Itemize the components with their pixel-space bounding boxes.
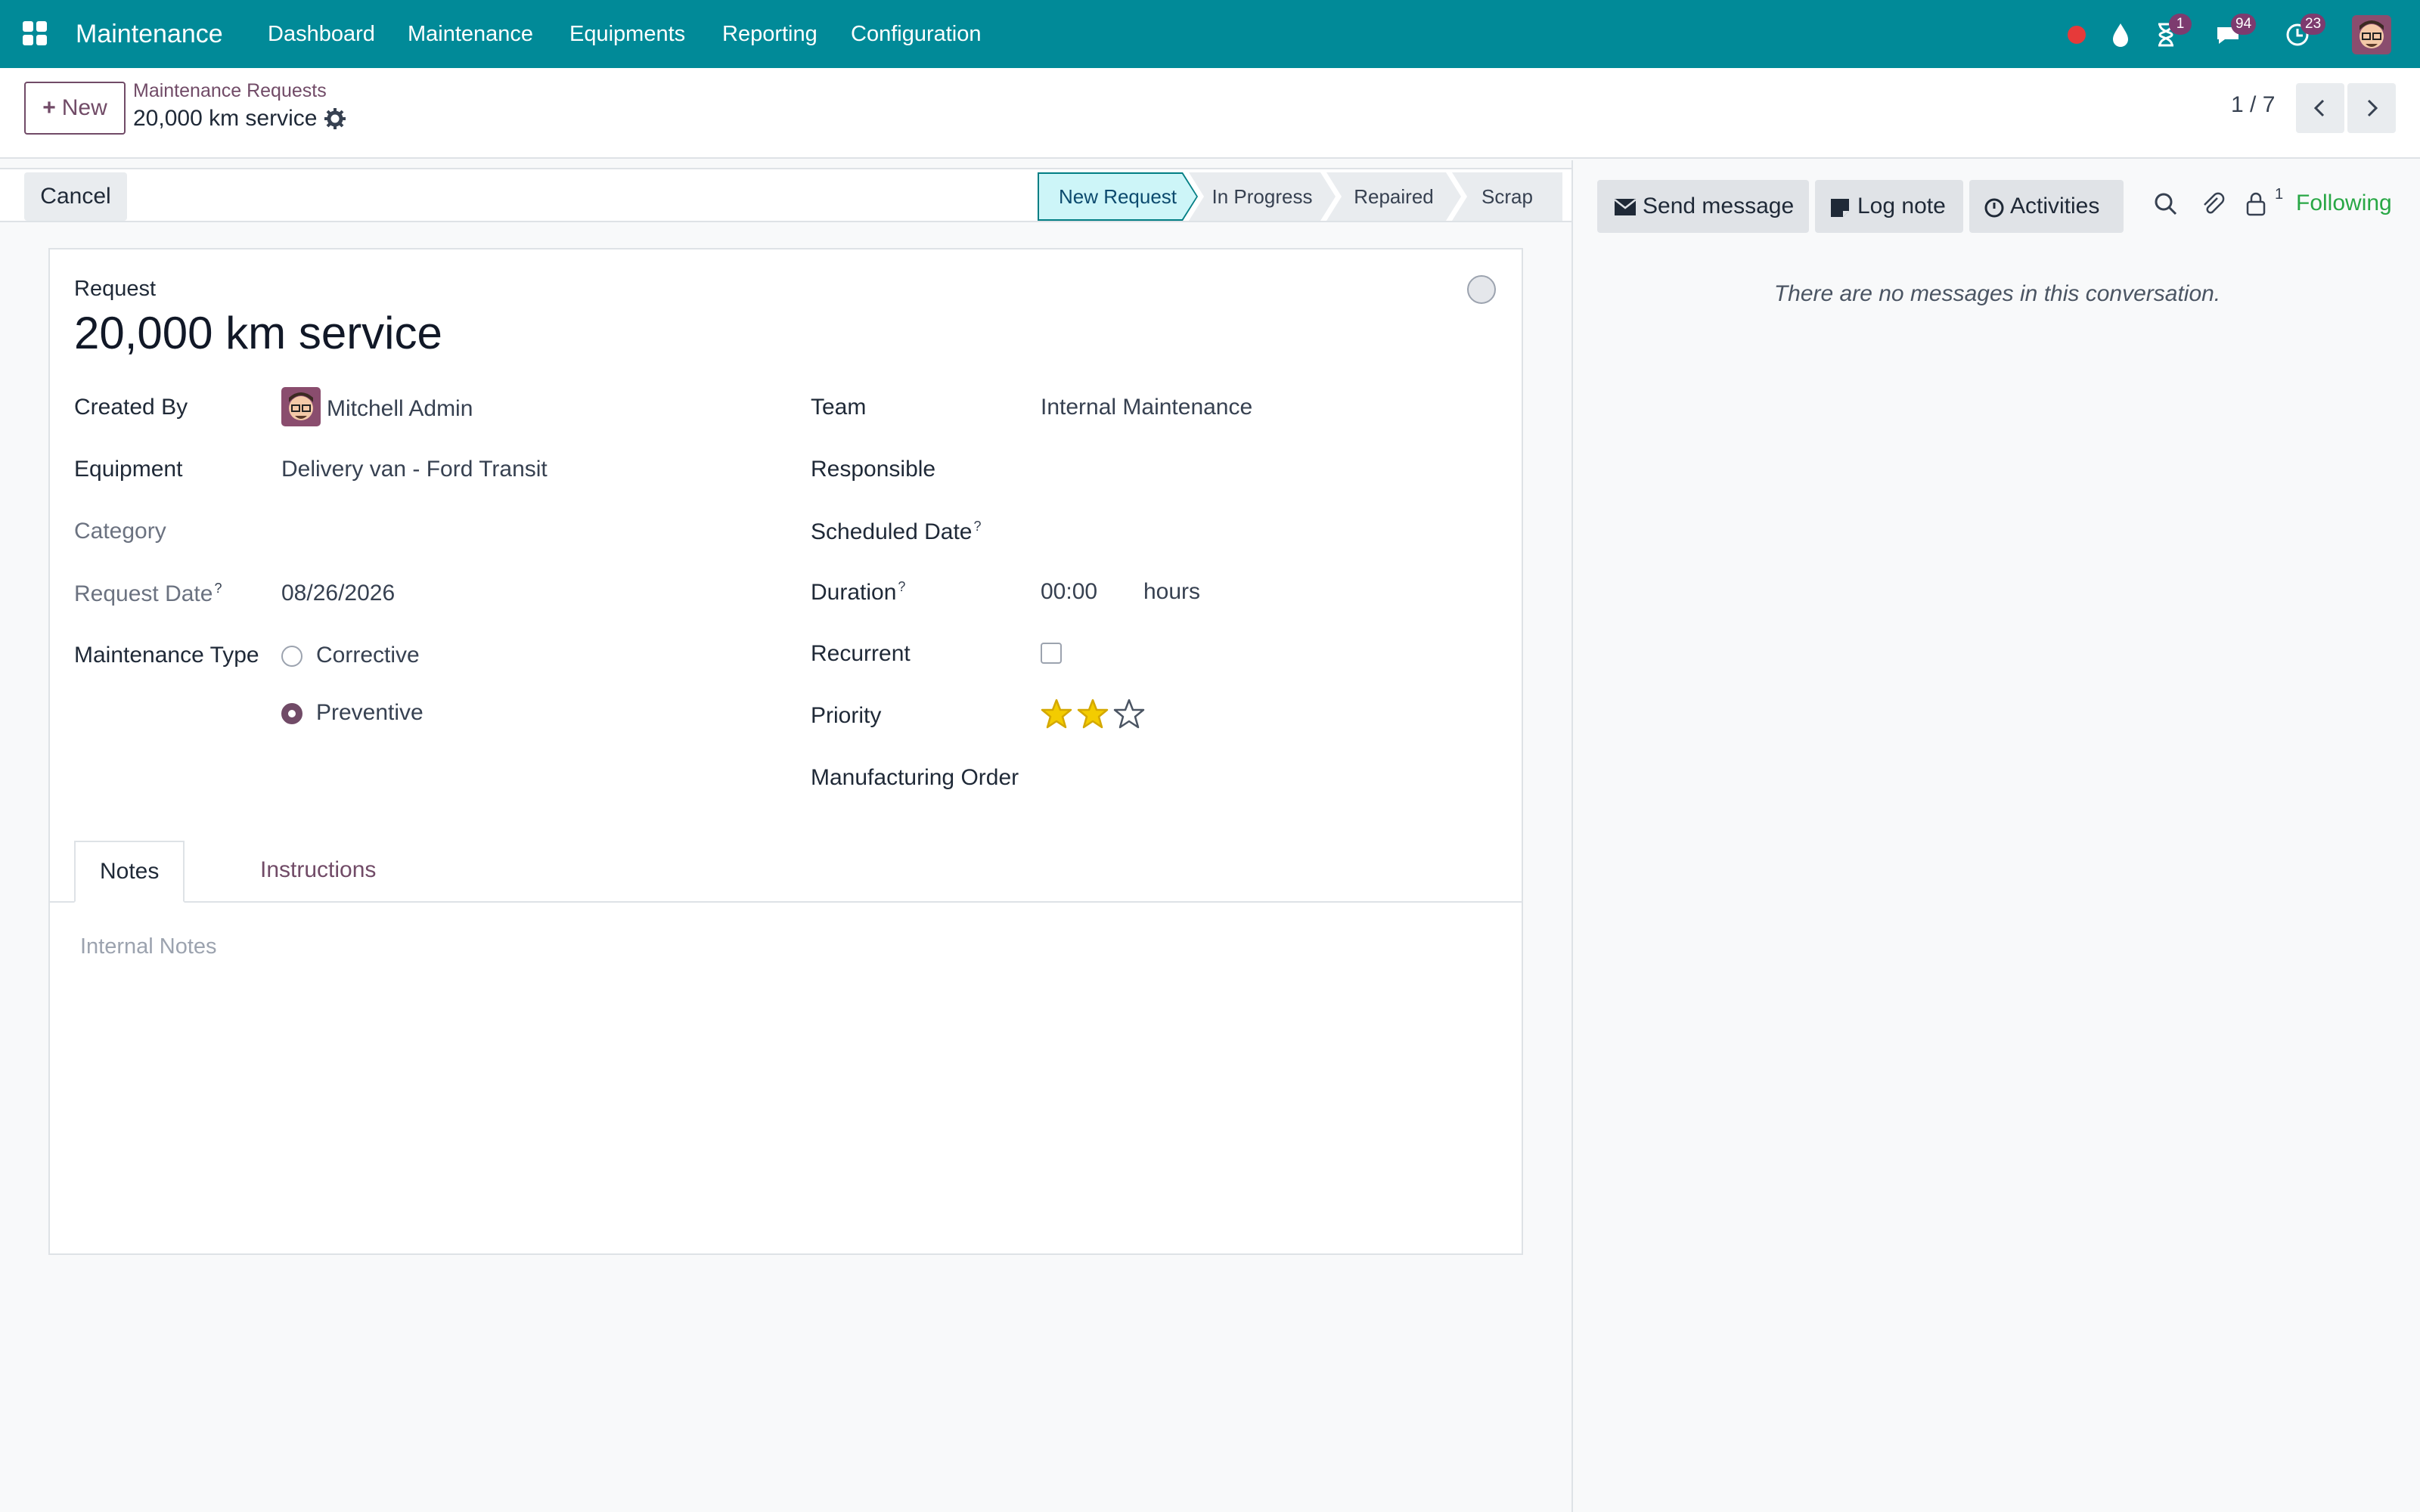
- equipment-field[interactable]: Delivery van - Ford Transit: [281, 457, 548, 482]
- stage-in-progress[interactable]: In Progress: [1189, 172, 1336, 221]
- stage-new-request-label: New Request: [1039, 174, 1196, 219]
- menu-reporting[interactable]: Reporting: [722, 0, 818, 68]
- apps-grid-icon[interactable]: [23, 21, 48, 47]
- recurrent-label: Recurrent: [811, 641, 911, 666]
- avatar: [281, 387, 321, 426]
- search-icon[interactable]: [2152, 191, 2180, 218]
- menu-dashboard[interactable]: Dashboard: [268, 0, 375, 68]
- form-statusbar: Cancel New Request In Progress Repaired …: [0, 168, 1571, 222]
- chatter-panel: Send message Log note Activities 1 Follo…: [1571, 160, 2420, 1512]
- maintenance-request-form-page: Maintenance Dashboard Maintenance Equipm…: [0, 0, 2420, 1512]
- corrective-radio[interactable]: [281, 646, 302, 667]
- hourglass-icon[interactable]: 1: [2151, 14, 2192, 50]
- stage-repaired[interactable]: Repaired: [1326, 172, 1461, 221]
- tab-notes[interactable]: Notes: [74, 841, 185, 903]
- internal-notes-editor[interactable]: Internal Notes: [80, 934, 217, 959]
- send-message-button[interactable]: Send message: [1597, 180, 1809, 233]
- request-date-field[interactable]: 08/26/2026: [281, 581, 395, 606]
- clock-icon[interactable]: 23: [2282, 14, 2326, 50]
- maintenance-type-label: Maintenance Type: [74, 643, 259, 668]
- duration-unit: hours: [1143, 579, 1201, 604]
- created-by-label: Created By: [74, 395, 188, 420]
- breadcrumb-current: 20,000 km service: [133, 106, 318, 131]
- manufacturing-order-label: Manufacturing Order: [811, 765, 1019, 790]
- request-title-field[interactable]: 20,000 km service: [74, 307, 442, 359]
- tab-instructions[interactable]: Instructions: [236, 841, 400, 903]
- category-label: Category: [74, 519, 166, 544]
- recurrent-checkbox[interactable]: [1041, 643, 1062, 664]
- gear-icon[interactable]: [324, 107, 346, 130]
- priority-star-icon[interactable]: [1041, 699, 1072, 730]
- responsible-field[interactable]: [1041, 457, 1494, 487]
- pager-value[interactable]: 1 / 7: [2231, 92, 2275, 118]
- kanban-state-indicator[interactable]: [1467, 275, 1496, 304]
- followers-count: 1: [2275, 186, 2284, 203]
- clock-badge: 23: [2301, 14, 2326, 35]
- priority-star-icon[interactable]: [1113, 699, 1145, 730]
- send-message-label: Send message: [1643, 194, 1795, 218]
- preventive-radio[interactable]: [281, 703, 302, 724]
- scheduled-date-label: Scheduled Date?: [811, 519, 982, 544]
- chevron-left-icon: [2313, 99, 2325, 117]
- team-label: Team: [811, 395, 867, 420]
- priority-label: Priority: [811, 703, 882, 728]
- menu-maintenance[interactable]: Maintenance: [408, 0, 533, 68]
- request-title-label: Request: [74, 277, 157, 301]
- manufacturing-order-field[interactable]: [1086, 765, 1494, 795]
- equipment-label: Equipment: [74, 457, 183, 482]
- activities-button[interactable]: Activities: [1969, 180, 2124, 233]
- app-name[interactable]: Maintenance: [76, 0, 223, 68]
- chat-icon[interactable]: 94: [2213, 14, 2257, 50]
- duration-field[interactable]: 00:00: [1041, 579, 1097, 605]
- record-dot-icon[interactable]: [2062, 20, 2092, 50]
- control-panel: + New Maintenance Requests 20,000 km serv…: [0, 68, 2420, 159]
- envelope-icon: [1614, 199, 1637, 215]
- activities-badge: 1: [2169, 14, 2192, 35]
- paperclip-icon[interactable]: [2199, 191, 2226, 218]
- help-tooltip-icon[interactable]: ?: [214, 581, 222, 596]
- breadcrumb-parent[interactable]: Maintenance Requests: [133, 80, 327, 102]
- clock-icon: [1984, 198, 2004, 218]
- messages-badge: 94: [2231, 14, 2257, 35]
- team-field[interactable]: Internal Maintenance: [1041, 395, 1252, 420]
- note-icon: [1831, 199, 1849, 217]
- responsible-label: Responsible: [811, 457, 936, 482]
- activities-label: Activities: [2010, 194, 2100, 218]
- log-note-button[interactable]: Log note: [1815, 180, 1963, 233]
- empty-conversation-text: There are no messages in this conversati…: [1773, 281, 2221, 306]
- drop-icon[interactable]: [2105, 20, 2136, 50]
- form-sheet: Request 20,000 km service Created By Mit…: [48, 248, 1523, 1255]
- help-tooltip-icon[interactable]: ?: [898, 579, 905, 594]
- pager-next-button[interactable]: [2347, 83, 2396, 133]
- menu-configuration[interactable]: Configuration: [851, 0, 982, 68]
- new-button-label: New: [61, 95, 107, 120]
- stage-new-request[interactable]: New Request: [1038, 172, 1198, 221]
- priority-star-icon[interactable]: [1077, 699, 1109, 730]
- request-date-label: Request Date?: [74, 581, 222, 606]
- chevron-right-icon: [2367, 99, 2378, 117]
- corrective-option-label[interactable]: Corrective: [316, 643, 420, 668]
- created-by-field[interactable]: Mitchell Admin: [327, 396, 473, 422]
- stage-scrap[interactable]: Scrap: [1452, 172, 1562, 221]
- duration-label: Duration?: [811, 579, 906, 605]
- followers-lock-icon[interactable]: [2245, 191, 2267, 218]
- new-button[interactable]: + New: [24, 82, 126, 135]
- top-navbar: Maintenance Dashboard Maintenance Equipm…: [0, 0, 2420, 68]
- user-avatar[interactable]: [2352, 15, 2391, 54]
- scheduled-date-field[interactable]: [1041, 519, 1494, 549]
- menu-equipments[interactable]: Equipments: [569, 0, 685, 68]
- log-note-label: Log note: [1857, 194, 1946, 218]
- following-button[interactable]: Following: [2296, 191, 2392, 216]
- pager-previous-button[interactable]: [2296, 83, 2344, 133]
- cancel-button[interactable]: Cancel: [24, 172, 127, 221]
- preventive-option-label[interactable]: Preventive: [316, 700, 424, 726]
- help-tooltip-icon[interactable]: ?: [974, 519, 982, 534]
